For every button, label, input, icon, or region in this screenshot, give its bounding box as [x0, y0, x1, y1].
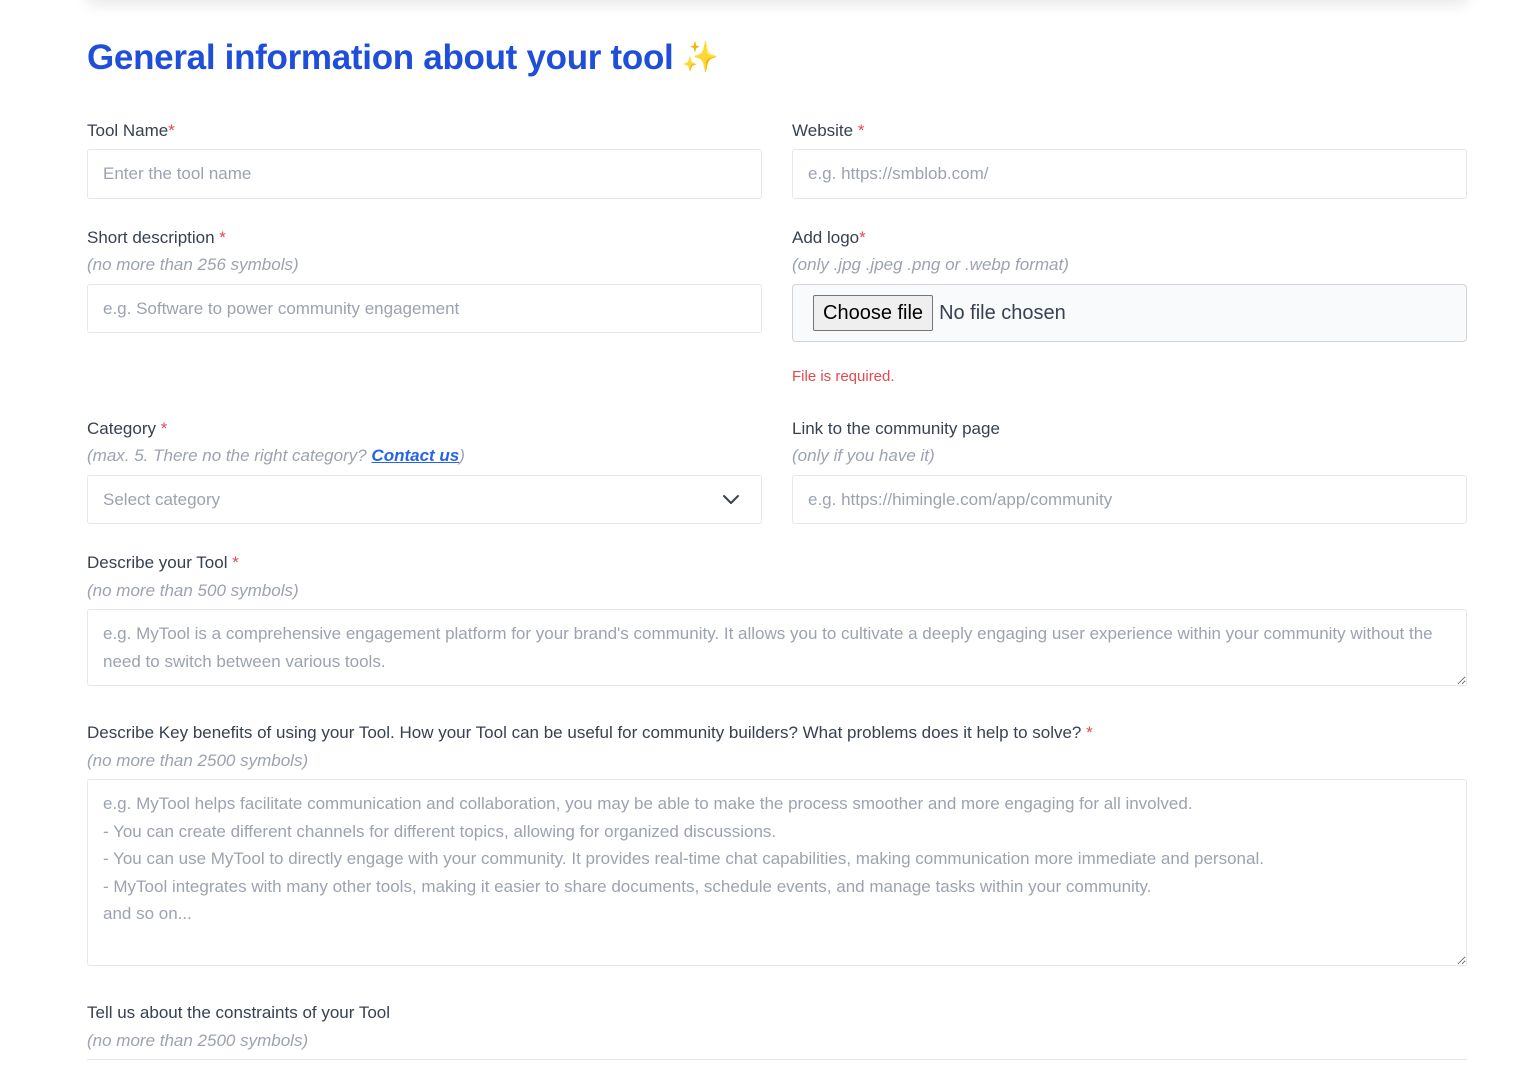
community-link-input[interactable] — [792, 475, 1467, 524]
choose-file-button[interactable]: Choose file — [813, 295, 934, 331]
website-label: Website * — [792, 121, 865, 140]
key-benefits-field: Describe Key benefits of using your Tool… — [87, 722, 1467, 966]
page-title: General information about your tool ✨ — [87, 38, 719, 78]
contact-us-link[interactable]: Contact us — [371, 446, 459, 465]
required-mark: * — [859, 228, 866, 247]
describe-tool-hint: (no more than 500 symbols) — [87, 581, 299, 600]
website-input[interactable] — [792, 149, 1467, 199]
category-select[interactable]: Select category — [87, 475, 762, 524]
short-description-hint: (no more than 256 symbols) — [87, 255, 299, 274]
community-link-field: Link to the community page (only if you … — [792, 418, 1467, 524]
community-link-hint: (only if you have it) — [792, 446, 935, 465]
category-hint: (max. 5. There no the right category? Co… — [87, 446, 465, 465]
logo-label: Add logo* — [792, 228, 866, 247]
required-mark: * — [857, 121, 865, 140]
constraints-textarea-edge[interactable] — [87, 1059, 1467, 1080]
category-select-placeholder: Select category — [103, 489, 221, 509]
community-link-label: Link to the community page — [792, 419, 1000, 438]
short-description-field: Short description * (no more than 256 sy… — [87, 227, 762, 333]
key-benefits-label: Describe Key benefits of using your Tool… — [87, 723, 1093, 742]
sparkle-icon: ✨ — [681, 41, 719, 74]
website-field: Website * — [792, 120, 1467, 199]
logo-file-input[interactable]: Choose file No file chosen — [792, 284, 1467, 342]
tool-name-field: Tool Name* — [87, 120, 762, 199]
constraints-field: Tell us about the constraints of your To… — [87, 1002, 1467, 1080]
describe-tool-textarea[interactable] — [87, 609, 1467, 686]
short-description-label: Short description * — [87, 228, 226, 247]
chevron-down-icon — [723, 494, 739, 504]
page-title-text: General information about your tool — [87, 38, 674, 77]
logo-hint: (only .jpg .jpeg .png or .webp format) — [792, 255, 1069, 274]
required-mark: * — [160, 419, 168, 438]
required-mark: * — [1086, 723, 1093, 742]
category-label: Category * — [87, 419, 168, 438]
category-field: Category * (max. 5. There no the right c… — [87, 418, 762, 524]
describe-tool-field: Describe your Tool * (no more than 500 s… — [87, 552, 1467, 686]
tool-name-input[interactable] — [87, 149, 762, 199]
tool-name-label: Tool Name* — [87, 121, 175, 140]
required-mark: * — [168, 121, 175, 140]
constraints-hint: (no more than 2500 symbols) — [87, 1031, 309, 1050]
file-status: No file chosen — [939, 301, 1066, 324]
key-benefits-textarea[interactable] — [87, 779, 1467, 966]
required-mark: * — [232, 553, 239, 572]
short-description-input[interactable] — [87, 284, 762, 333]
describe-tool-label: Describe your Tool * — [87, 553, 239, 572]
key-benefits-hint: (no more than 2500 symbols) — [87, 751, 309, 770]
constraints-label: Tell us about the constraints of your To… — [87, 1003, 391, 1022]
logo-error-message: File is required. — [792, 368, 895, 385]
required-mark: * — [219, 228, 226, 247]
logo-field: Add logo* (only .jpg .jpeg .png or .webp… — [792, 227, 1467, 385]
